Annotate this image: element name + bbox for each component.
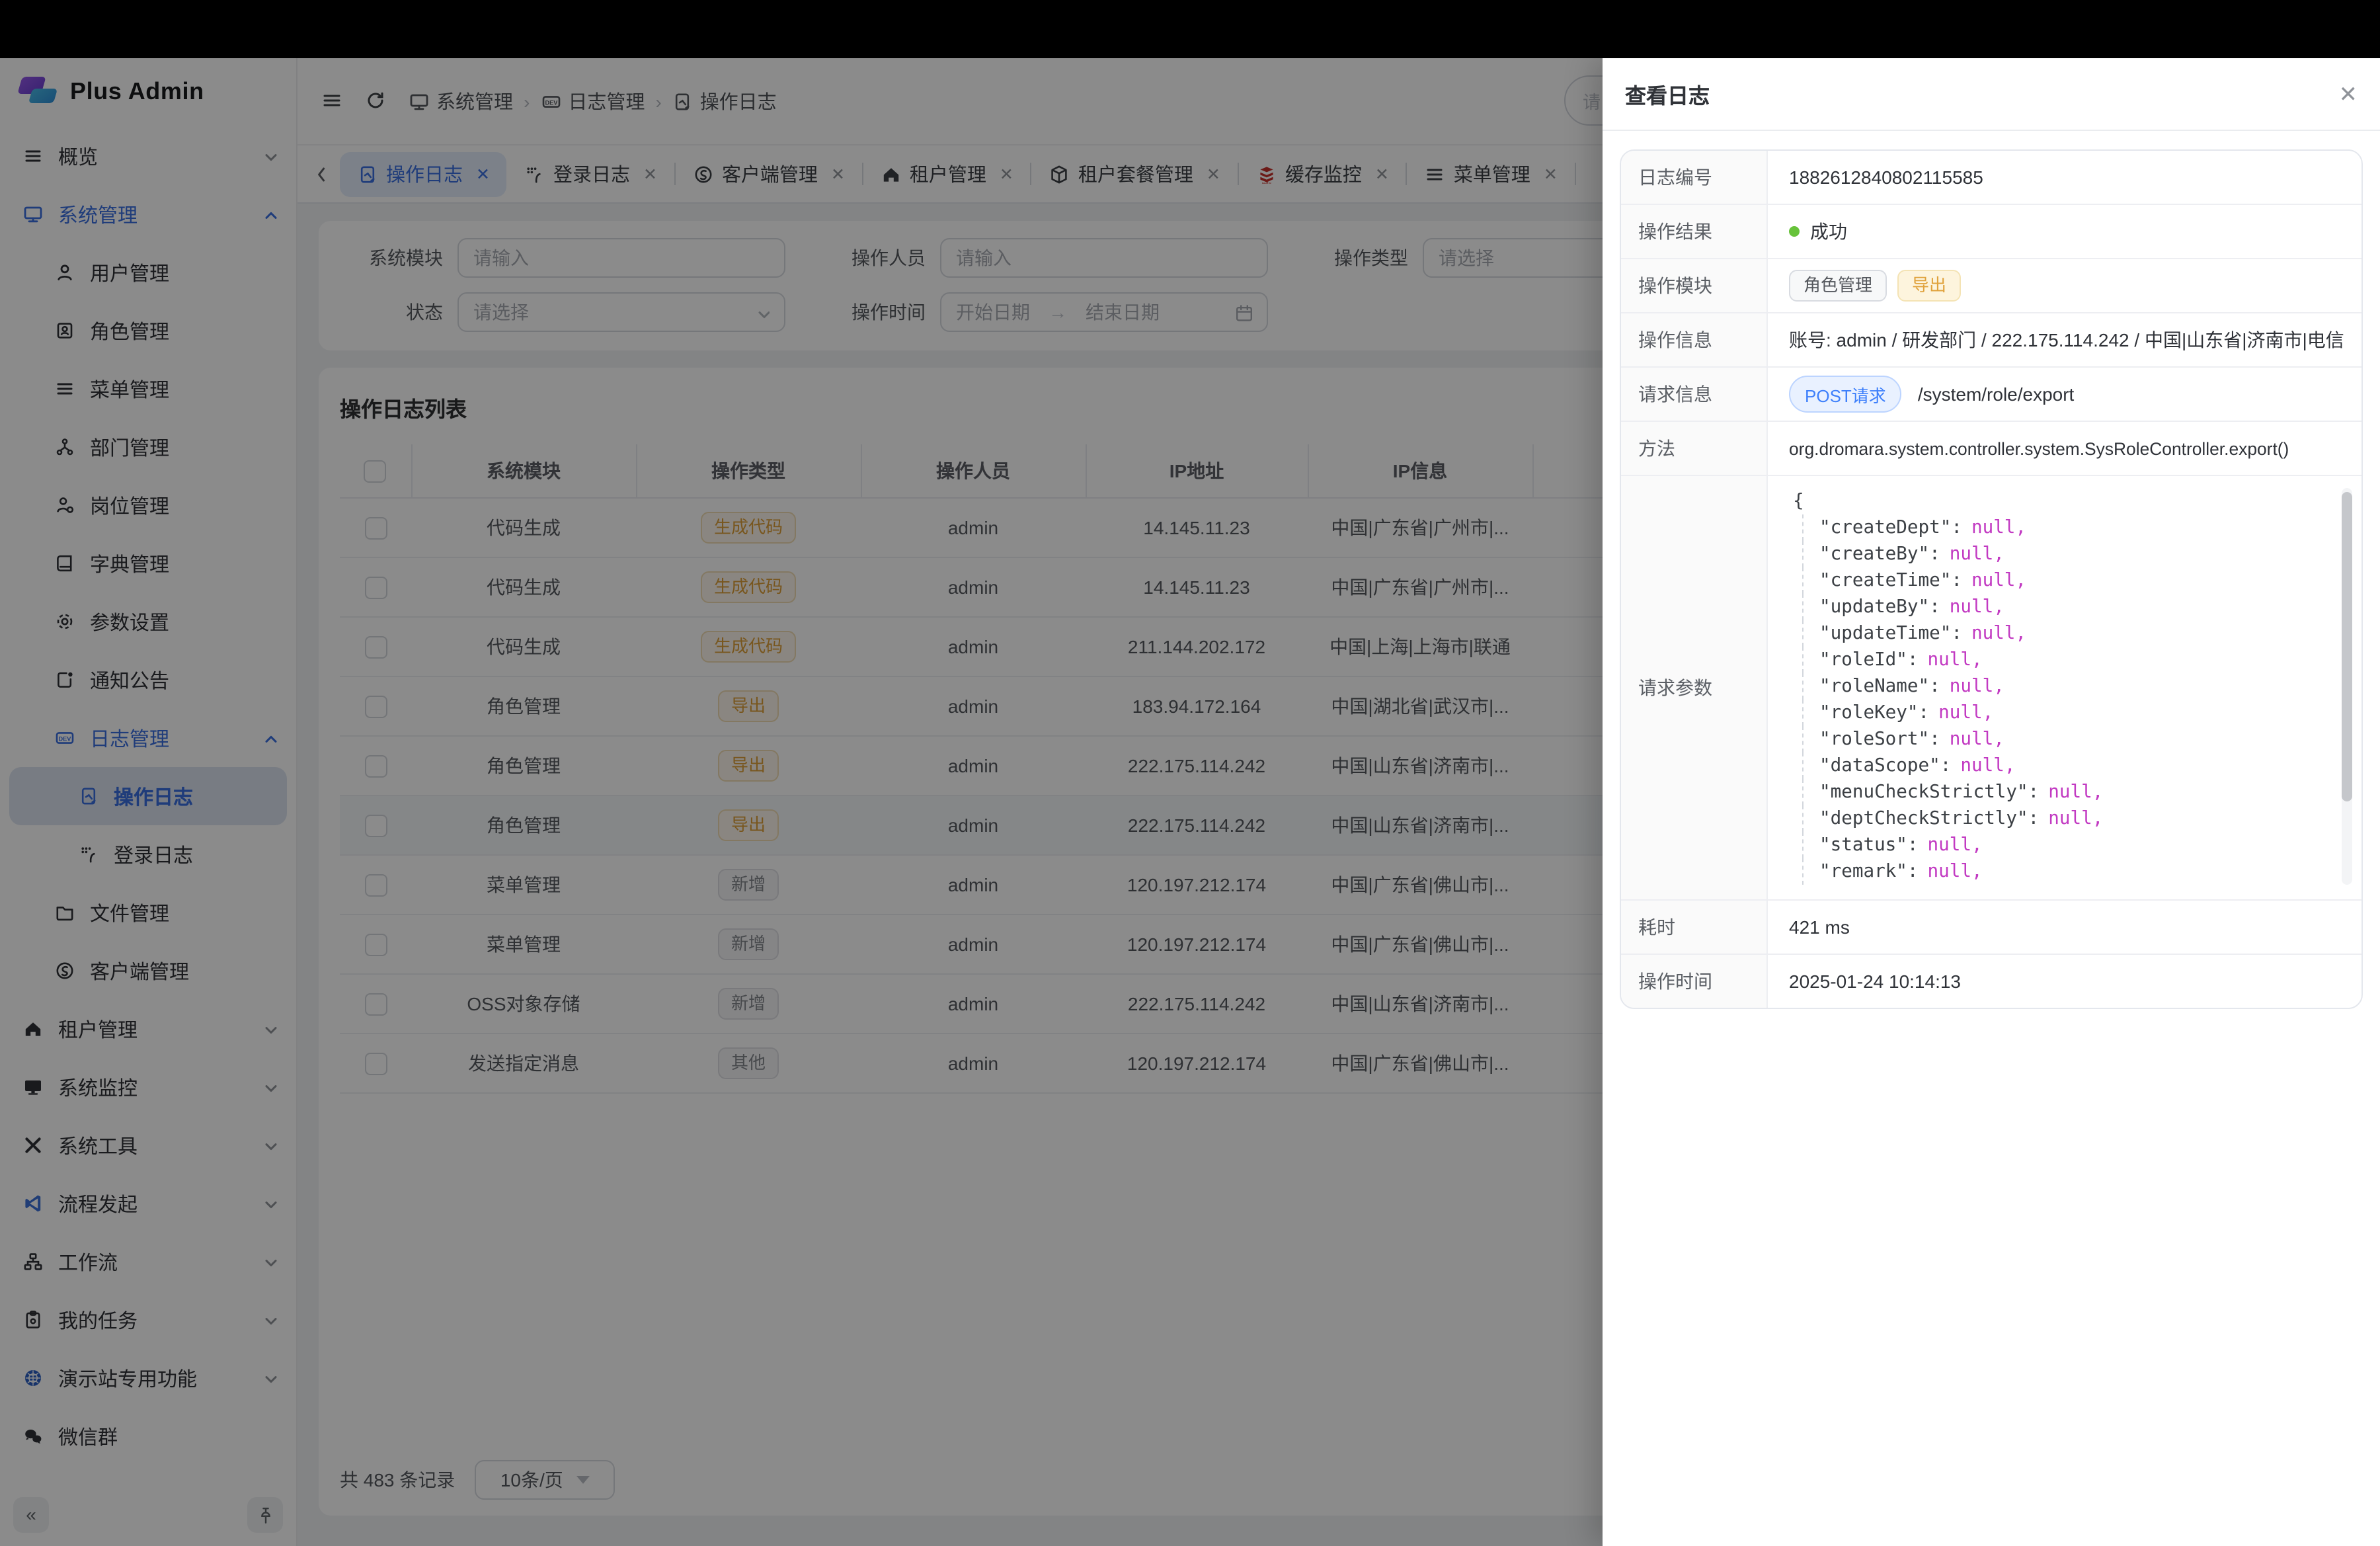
operation-time-value: 2025-01-24 10:14:13	[1768, 955, 2361, 1008]
detail-label: 日志编号	[1621, 151, 1768, 204]
close-drawer-icon[interactable]: ✕	[2339, 83, 2358, 105]
action-tag: 导出	[1897, 269, 1961, 302]
json-line: "updateBy":null,	[1802, 594, 2327, 620]
method-value: org.dromara.system.controller.system.Sys…	[1768, 422, 2361, 475]
view-log-drawer: 查看日志 ✕ 日志编号 1882612840802115585 操作结果 成功 …	[1603, 58, 2380, 1546]
json-line: "createTime":null,	[1802, 567, 2327, 594]
detail-row-request: 请求信息 POST请求 /system/role/export	[1621, 368, 2361, 422]
log-id-value: 1882612840802115585	[1768, 151, 2361, 204]
detail-label: 请求参数	[1621, 476, 1768, 899]
json-line: "createDept":null,	[1802, 514, 2327, 541]
screen: Plus Admin 概览 系统管理 用户管理 角色管理 菜单管理 部门管理 岗…	[0, 0, 2380, 1546]
module-tag: 角色管理	[1789, 269, 1887, 302]
drawer-title: 查看日志	[1625, 78, 1710, 110]
detail-row-info: 操作信息 账号: admin / 研发部门 / 222.175.114.242 …	[1621, 313, 2361, 368]
json-line: "deptCheckStrictly":null,	[1802, 805, 2327, 832]
detail-label: 操作时间	[1621, 955, 1768, 1008]
detail-row-result: 操作结果 成功	[1621, 205, 2361, 259]
json-line: "roleKey":null,	[1802, 700, 2327, 726]
json-line: "dataScope":null,	[1802, 753, 2327, 779]
drawer-body: 日志编号 1882612840802115585 操作结果 成功 操作模块 角色…	[1603, 131, 2380, 1028]
detail-row-module: 操作模块 角色管理 导出	[1621, 259, 2361, 313]
operation-info-value: 账号: admin / 研发部门 / 222.175.114.242 / 中国|…	[1768, 313, 2361, 366]
detail-label: 操作结果	[1621, 205, 1768, 258]
json-line: "roleSort":null,	[1802, 726, 2327, 753]
request-url: /system/role/export	[1918, 384, 2075, 405]
detail-label: 请求信息	[1621, 368, 1768, 421]
detail-label: 操作模块	[1621, 259, 1768, 312]
json-line: {	[1793, 488, 2327, 514]
detail-label: 方法	[1621, 422, 1768, 475]
log-details-table: 日志编号 1882612840802115585 操作结果 成功 操作模块 角色…	[1620, 149, 2363, 1009]
module-value: 角色管理 导出	[1768, 259, 2361, 312]
post-method-tag: POST请求	[1789, 376, 1902, 413]
json-scrollbar-thumb[interactable]	[2342, 492, 2352, 801]
detail-row-method: 方法 org.dromara.system.controller.system.…	[1621, 422, 2361, 476]
json-line: "roleId":null,	[1802, 647, 2327, 673]
json-line: "remark":null,	[1802, 858, 2327, 885]
detail-label: 耗时	[1621, 901, 1768, 954]
json-scrollbar-track[interactable]	[2342, 488, 2352, 885]
success-dot-icon	[1789, 226, 1800, 237]
json-line: "createBy":null,	[1802, 541, 2327, 567]
json-line: "status":null,	[1802, 832, 2327, 858]
json-line: "roleName":null,	[1802, 673, 2327, 700]
drawer-header: 查看日志 ✕	[1603, 58, 2380, 131]
json-line: "updateTime":null,	[1802, 620, 2327, 647]
json-line: "menuCheckStrictly":null,	[1802, 779, 2327, 805]
request-params-json[interactable]: { "createDept":null, "createBy":null, "c…	[1768, 476, 2361, 899]
detail-row-time: 操作时间 2025-01-24 10:14:13	[1621, 955, 2361, 1008]
result-value: 成功	[1768, 205, 2361, 258]
request-info-value: POST请求 /system/role/export	[1768, 368, 2361, 421]
detail-row-params: 请求参数 { "createDept":null, "createBy":nul…	[1621, 476, 2361, 901]
detail-row-log-id: 日志编号 1882612840802115585	[1621, 151, 2361, 205]
duration-value: 421 ms	[1768, 901, 2361, 954]
detail-row-duration: 耗时 421 ms	[1621, 901, 2361, 955]
detail-label: 操作信息	[1621, 313, 1768, 366]
